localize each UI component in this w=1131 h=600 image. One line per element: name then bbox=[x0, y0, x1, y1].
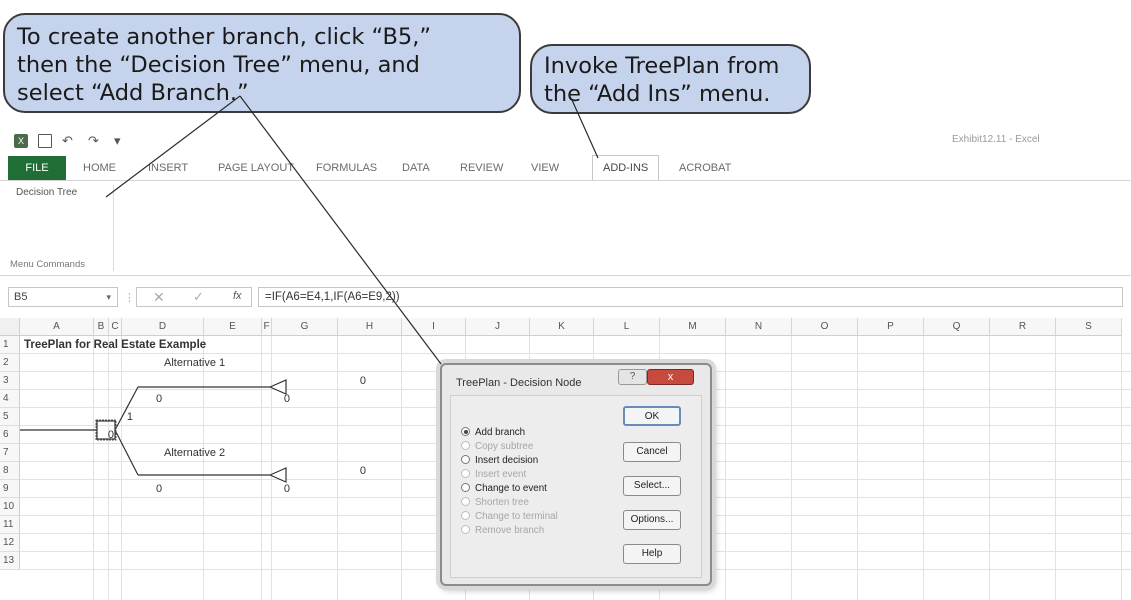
name-box[interactable]: B5 ▾ bbox=[8, 287, 118, 307]
terminal-node-1 bbox=[268, 379, 287, 395]
radio-remove-branch: Remove branch bbox=[461, 524, 544, 537]
decision-node-square bbox=[96, 420, 116, 440]
radio-label: Shorten tree bbox=[475, 497, 529, 508]
radio-circle-icon bbox=[461, 483, 470, 492]
window-title: Exhibit12.11 - Excel bbox=[952, 134, 1040, 145]
callout-line: select “Add Branch.” bbox=[17, 80, 249, 106]
radio-label: Copy subtree bbox=[475, 441, 534, 452]
help-icon[interactable]: ? bbox=[618, 369, 647, 385]
terminal-node-2 bbox=[268, 467, 287, 483]
ribbon-divider bbox=[113, 185, 114, 271]
formula-bar: B5 ▾ ⋮ ✕ ✓ fx =IF(A6=E4,1,IF(A6=E9,2)) bbox=[0, 282, 1131, 312]
tab-acrobat[interactable]: ACROBAT bbox=[679, 156, 731, 180]
close-icon[interactable]: x bbox=[647, 369, 694, 385]
tab-review[interactable]: REVIEW bbox=[460, 156, 503, 180]
select-button[interactable]: Select... bbox=[623, 476, 681, 496]
excel-logo-icon: X bbox=[14, 134, 28, 148]
formula-input[interactable]: =IF(A6=E4,1,IF(A6=E9,2)) bbox=[258, 287, 1123, 307]
formula-bar-grip: ⋮ bbox=[124, 292, 135, 304]
radio-insert-decision[interactable]: Insert decision bbox=[461, 454, 538, 467]
instruction-callout-branch: To create another branch, click “B5,” th… bbox=[3, 13, 521, 113]
tab-page-layout[interactable]: PAGE LAYOUT bbox=[218, 156, 294, 180]
radio-circle-icon bbox=[461, 497, 470, 506]
chevron-down-icon[interactable]: ▾ bbox=[106, 288, 111, 306]
radio-change-to-terminal: Change to terminal bbox=[461, 510, 558, 523]
radio-circle-icon bbox=[461, 525, 470, 534]
radio-label: Add branch bbox=[475, 427, 526, 438]
radio-circle-icon bbox=[461, 511, 470, 520]
radio-insert-event: Insert event bbox=[461, 468, 526, 481]
decision-tree-menu-button[interactable]: Decision Tree bbox=[16, 187, 77, 198]
ok-button[interactable]: OK bbox=[623, 406, 681, 426]
tab-home[interactable]: HOME bbox=[83, 156, 116, 180]
redo-icon[interactable]: ↷ bbox=[88, 134, 102, 148]
radio-circle-icon bbox=[461, 455, 470, 464]
callout-line: the “Add Ins” menu. bbox=[544, 81, 771, 107]
tab-insert[interactable]: INSERT bbox=[148, 156, 188, 180]
radio-label: Remove branch bbox=[475, 525, 545, 536]
radio-change-to-event[interactable]: Change to event bbox=[461, 482, 547, 495]
radio-label: Insert decision bbox=[475, 455, 539, 466]
tab-data[interactable]: DATA bbox=[402, 156, 430, 180]
radio-circle-icon bbox=[461, 427, 470, 436]
undo-icon[interactable]: ↶ bbox=[62, 134, 76, 148]
radio-label: Change to event bbox=[475, 483, 547, 494]
tab-file[interactable]: FILE bbox=[8, 156, 66, 180]
ribbon-panel: Decision Tree Menu Commands bbox=[0, 180, 1131, 276]
dialog-body: Add branch Copy subtree Insert decision Ins… bbox=[450, 395, 702, 578]
radio-circle-icon bbox=[461, 469, 470, 478]
options-button[interactable]: Options... bbox=[623, 510, 681, 530]
callout-line: Invoke TreePlan from bbox=[544, 53, 780, 79]
ribbon-group-label: Menu Commands bbox=[10, 259, 85, 270]
callout-line: then the “Decision Tree” menu, and bbox=[17, 52, 420, 78]
help-button[interactable]: Help bbox=[623, 544, 681, 564]
dialog-title: TreePlan - Decision Node bbox=[456, 377, 582, 389]
formula-buttons: ✕ ✓ fx bbox=[136, 287, 252, 307]
cancel-icon[interactable]: ✕ bbox=[153, 289, 165, 306]
tab-formulas[interactable]: FORMULAS bbox=[316, 156, 377, 180]
radio-copy-subtree: Copy subtree bbox=[461, 440, 533, 453]
insert-function-icon[interactable]: fx bbox=[233, 290, 242, 302]
radio-add-branch[interactable]: Add branch bbox=[461, 426, 525, 439]
radio-label: Insert event bbox=[475, 469, 527, 480]
tab-add-ins[interactable]: ADD-INS bbox=[592, 155, 660, 181]
title-bar: X ↶ ↷ ▾ Exhibit12.11 - Excel bbox=[0, 126, 1131, 156]
callout-line: To create another branch, click “B5,” bbox=[17, 24, 432, 50]
save-icon[interactable] bbox=[38, 134, 52, 148]
radio-shorten-tree: Shorten tree bbox=[461, 496, 529, 509]
branch-2-diagonal bbox=[114, 429, 139, 476]
tab-view[interactable]: VIEW bbox=[531, 156, 559, 180]
cancel-button[interactable]: Cancel bbox=[623, 442, 681, 462]
radio-label: Change to terminal bbox=[475, 511, 558, 522]
branch-1-diagonal bbox=[114, 386, 139, 431]
name-box-value: B5 bbox=[14, 291, 28, 303]
selected-cell-outline bbox=[95, 419, 117, 441]
ribbon-tabs: FILE HOME INSERT PAGE LAYOUT FORMULAS DA… bbox=[0, 155, 1131, 181]
treeplan-decision-node-dialog: TreePlan - Decision Node ? x Add branch C… bbox=[440, 363, 712, 586]
instruction-callout-addins: Invoke TreePlan from the “Add Ins” menu. bbox=[530, 44, 811, 114]
check-icon[interactable]: ✓ bbox=[193, 289, 204, 305]
customize-toolbar-icon[interactable]: ▾ bbox=[114, 134, 128, 148]
radio-circle-icon bbox=[461, 441, 470, 450]
